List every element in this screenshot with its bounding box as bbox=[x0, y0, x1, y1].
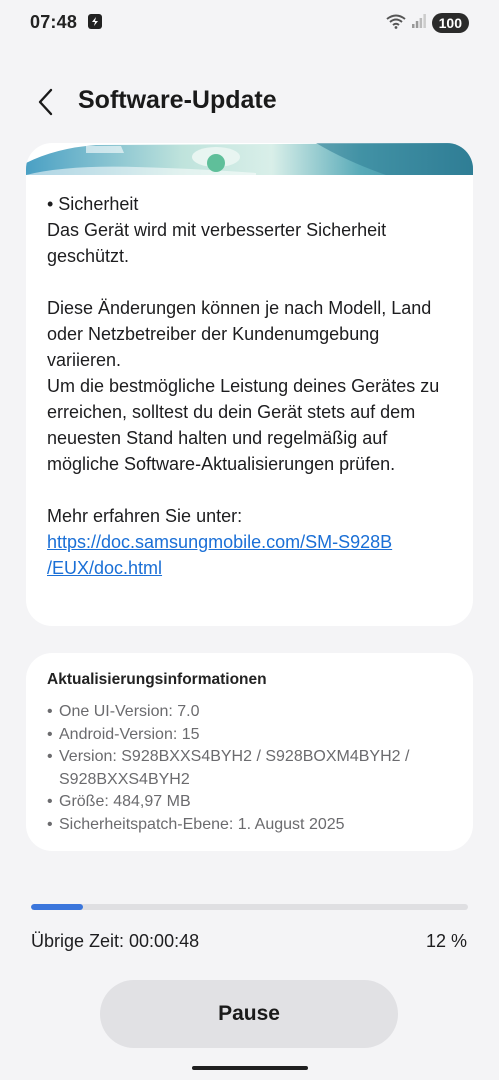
wifi-icon bbox=[386, 13, 406, 34]
progress-fill bbox=[31, 904, 84, 910]
link-text[interactable]: https://doc.samsungmobile.com/SM-S928B bbox=[47, 532, 392, 552]
status-bar: 07:48 100 bbox=[0, 0, 499, 44]
info-item: Sicherheitspatch-Ebene: 1. August 2025 bbox=[47, 814, 457, 837]
back-button[interactable] bbox=[28, 84, 64, 120]
progress-percent: 12 % bbox=[425, 931, 467, 951]
status-icons: 100 bbox=[386, 12, 469, 34]
battery-indicator: 100 bbox=[431, 13, 469, 33]
info-item: One UI-Version: 7.0 bbox=[47, 701, 457, 724]
app-notification-icon bbox=[88, 14, 102, 29]
home-indicator[interactable] bbox=[192, 1066, 308, 1070]
signal-icon bbox=[411, 13, 426, 34]
notes-line: Das Gerät wird mit verbesserter Sicherhe… bbox=[47, 220, 387, 266]
remaining-time: Übrige Zeit: 00:00:48 bbox=[31, 931, 200, 951]
info-item: Größe: 484,97 MB bbox=[47, 791, 457, 814]
info-item: Version: S928BXXS4BYH2 / S928BOXM4BYH2 /… bbox=[47, 746, 457, 791]
pause-button[interactable]: Pause bbox=[100, 980, 398, 1048]
header: Software-Update bbox=[0, 70, 499, 134]
notes-paragraph: Um die bestmögliche Leistung deines Gerä… bbox=[47, 376, 440, 474]
release-notes-card: • Sicherheit Das Gerät wird mit verbesse… bbox=[26, 143, 473, 626]
notes-paragraph: Diese Änderungen können je nach Modell, … bbox=[47, 298, 432, 370]
update-info-card: Aktualisierungsinformationen One UI-Vers… bbox=[26, 653, 473, 851]
update-info-title: Aktualisierungsinformationen bbox=[47, 671, 267, 688]
status-time: 07:48 bbox=[30, 12, 78, 32]
notes-heading: • Sicherheit bbox=[47, 194, 139, 214]
more-info-label: Mehr erfahren Sie unter: bbox=[47, 506, 243, 526]
documentation-link[interactable]: https://doc.samsungmobile.com/SM-S928B /… bbox=[47, 529, 457, 581]
info-item: Android-Version: 15 bbox=[47, 724, 457, 747]
page-title: Software-Update bbox=[78, 86, 277, 114]
update-info-list: One UI-Version: 7.0 Android-Version: 15 … bbox=[47, 701, 457, 836]
download-progress-bar bbox=[31, 904, 468, 910]
chevron-left-icon bbox=[38, 88, 53, 116]
update-banner-image bbox=[26, 143, 473, 175]
release-notes-text: • Sicherheit Das Gerät wird mit verbesse… bbox=[47, 191, 457, 581]
link-text[interactable]: /EUX/doc.html bbox=[47, 558, 162, 578]
